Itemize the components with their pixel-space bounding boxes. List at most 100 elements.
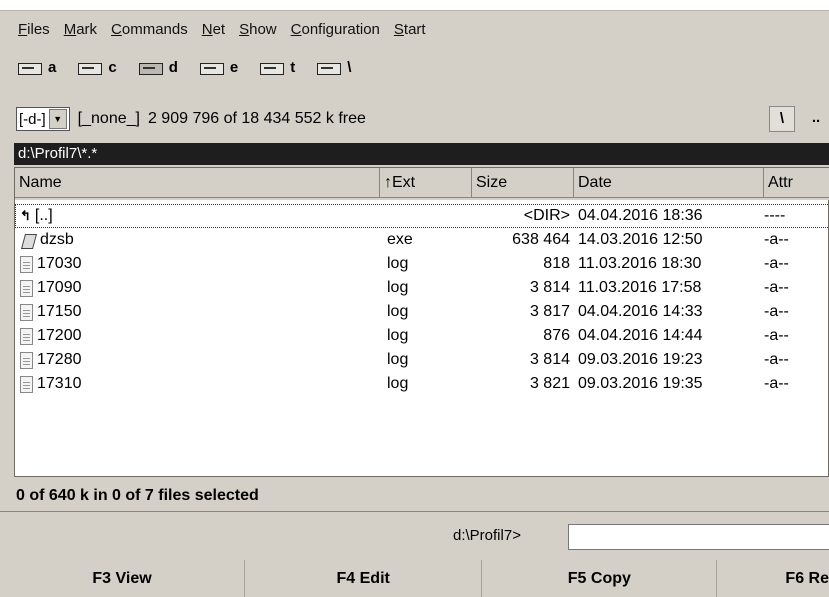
file-size: 3 814 xyxy=(529,279,570,296)
selection-status: 0 of 640 k in 0 of 7 files selected xyxy=(16,487,259,504)
file-date: 11.03.2016 17:58 xyxy=(578,279,702,296)
file-ext: log xyxy=(387,375,409,392)
executable-icon xyxy=(20,232,36,249)
root-dir-button[interactable]: \ xyxy=(769,106,795,132)
file-date: 09.03.2016 19:35 xyxy=(578,375,703,392)
file-ext: log xyxy=(387,303,409,320)
f4-edit-button[interactable]: F4 Edit xyxy=(245,560,483,597)
menu-configuration[interactable]: Configuration xyxy=(291,17,380,43)
menu-show[interactable]: Show xyxy=(239,17,277,43)
file-attr: -a-- xyxy=(764,327,789,344)
file-row[interactable]: 17090 log 3 814 11.03.2016 17:58 -a-- xyxy=(15,276,829,300)
f6-rename-button[interactable]: F6 Re xyxy=(717,560,829,597)
file-icon xyxy=(20,279,33,297)
drive-button-t[interactable]: t xyxy=(260,59,295,76)
file-date: 04.04.2016 14:33 xyxy=(578,303,703,320)
drive-button-c[interactable]: c xyxy=(78,59,117,76)
column-header-name[interactable]: Name xyxy=(15,168,380,198)
drive-button-a[interactable]: a xyxy=(18,59,56,76)
function-key-bar: F3 View F4 Edit F5 Copy F6 Re xyxy=(0,560,829,597)
file-attr: -a-- xyxy=(764,255,789,272)
menu-mark[interactable]: Mark xyxy=(64,17,97,43)
total-commander-window: Files Mark Commands Net Show Configurati… xyxy=(0,0,829,597)
file-name: 17280 xyxy=(37,351,82,368)
file-row[interactable]: 17310 log 3 821 09.03.2016 19:35 -a-- xyxy=(15,372,829,396)
drive-letter: d xyxy=(168,58,178,76)
drive-letter: t xyxy=(290,58,296,76)
file-row[interactable]: 17150 log 3 817 04.04.2016 14:33 -a-- xyxy=(15,300,829,324)
column-header-ext[interactable]: ↑Ext xyxy=(380,168,472,198)
file-size: 876 xyxy=(543,327,570,344)
hard-drive-icon xyxy=(199,59,224,75)
floppy-drive-icon xyxy=(18,59,42,75)
f3-view-button[interactable]: F3 View xyxy=(0,560,246,597)
hard-drive-icon xyxy=(138,59,163,75)
file-row[interactable]: 17200 log 876 04.04.2016 14:44 -a-- xyxy=(15,324,829,348)
hard-drive-icon xyxy=(78,59,103,75)
network-drive-icon xyxy=(260,59,285,75)
current-path-bar[interactable]: d:\Profil7\*.* xyxy=(14,143,829,165)
column-header-row: Name ↑Ext Size Date Attr xyxy=(15,168,829,200)
drive-letter: \ xyxy=(347,58,352,76)
file-row[interactable]: dzsb exe 638 464 14.03.2016 12:50 -a-- xyxy=(15,228,829,252)
file-size: 3 814 xyxy=(529,351,570,368)
file-name: 17030 xyxy=(37,255,82,272)
file-list-panel: Name ↑Ext Size Date Attr ↰ [..] <DIR> 04.… xyxy=(14,167,829,477)
file-attr: -a-- xyxy=(764,231,789,248)
file-icon xyxy=(20,255,33,273)
window-top-edge xyxy=(0,0,829,11)
file-ext: exe xyxy=(387,231,413,248)
file-attr: -a-- xyxy=(764,303,789,320)
column-header-size[interactable]: Size xyxy=(472,168,574,198)
file-date: 04.04.2016 14:44 xyxy=(578,327,703,344)
file-ext: log xyxy=(387,327,409,344)
file-name: [..] xyxy=(34,207,53,224)
volume-label: [_none_] xyxy=(77,110,140,127)
file-name: 17150 xyxy=(37,303,82,320)
command-prompt-label: d:\Profil7> xyxy=(453,527,521,544)
column-header-date[interactable]: Date xyxy=(574,168,764,198)
file-name: 17310 xyxy=(37,375,82,392)
f5-copy-button[interactable]: F5 Copy xyxy=(482,560,718,597)
file-icon xyxy=(20,375,33,393)
file-row[interactable]: ↰ [..] <DIR> 04.04.2016 18:36 ---- xyxy=(15,204,829,228)
file-row[interactable]: 17030 log 818 11.03.2016 18:30 -a-- xyxy=(15,252,829,276)
file-row[interactable]: 17280 log 3 814 09.03.2016 19:23 -a-- xyxy=(15,348,829,372)
drive-button-network[interactable]: \ xyxy=(317,59,351,76)
file-size: 3 817 xyxy=(529,303,570,320)
chevron-down-icon[interactable]: ▼ xyxy=(48,109,67,129)
column-header-attr[interactable]: Attr xyxy=(764,168,829,198)
file-name: 17200 xyxy=(37,327,82,344)
free-space-text: 2 909 796 of 18 434 552 k free xyxy=(147,110,366,127)
file-icon xyxy=(20,327,33,345)
file-ext: log xyxy=(387,351,409,368)
file-size: 638 464 xyxy=(512,231,570,248)
menu-start[interactable]: Start xyxy=(394,17,426,43)
parent-dir-icon: ↰ xyxy=(20,208,31,223)
command-line-row: d:\Profil7> xyxy=(0,522,829,552)
drive-select[interactable]: [-d-] ▼ xyxy=(16,107,70,131)
command-line-input[interactable] xyxy=(568,524,829,550)
file-attr: -a-- xyxy=(764,279,789,296)
drive-select-value: [-d-] xyxy=(19,110,46,128)
drive-info-row: [-d-] ▼ [_none_] 2 909 796 of 18 434 552… xyxy=(16,104,829,134)
drive-button-e[interactable]: e xyxy=(199,58,239,76)
menu-commands[interactable]: Commands xyxy=(111,17,188,43)
divider xyxy=(0,511,829,512)
file-date: 11.03.2016 18:30 xyxy=(578,255,702,272)
file-ext: log xyxy=(387,255,409,272)
drive-letter: e xyxy=(229,58,239,76)
menu-files[interactable]: Files xyxy=(18,17,50,43)
network-icon xyxy=(317,59,342,75)
menu-bar: Files Mark Commands Net Show Configurati… xyxy=(18,17,440,43)
file-attr: ---- xyxy=(764,207,786,224)
menu-net[interactable]: Net xyxy=(202,17,225,43)
file-icon xyxy=(20,303,33,321)
file-icon xyxy=(20,351,33,369)
parent-dir-button[interactable]: .. xyxy=(803,106,829,130)
file-name: 17090 xyxy=(37,279,82,296)
file-ext: log xyxy=(387,279,409,296)
file-date: 04.04.2016 18:36 xyxy=(578,207,703,224)
drive-button-d[interactable]: d xyxy=(138,58,178,76)
drive-letter: a xyxy=(48,58,57,76)
